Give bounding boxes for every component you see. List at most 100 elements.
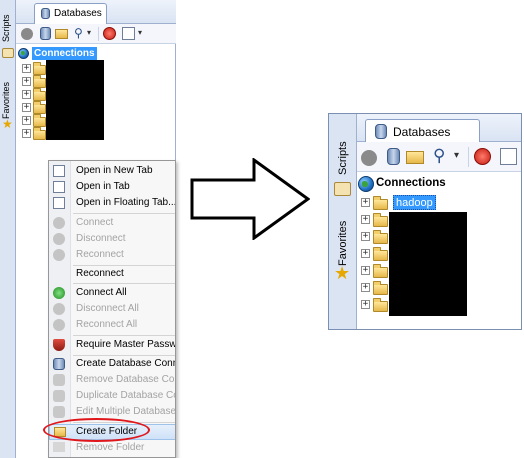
add-folder-icon[interactable]	[55, 29, 68, 39]
menu-item-disconnect[interactable]: Disconnect	[49, 231, 175, 247]
menu-item-remove-database-connection[interactable]: Remove Database Conne	[49, 372, 175, 388]
connections-root-label[interactable]: Connections	[32, 47, 97, 60]
expand-toggle[interactable]: +	[361, 300, 370, 309]
menu-item-require-master-password[interactable]: Require Master Password	[49, 337, 175, 353]
search-icon[interactable]	[122, 27, 135, 40]
filter-icon[interactable]: ⚲	[74, 27, 86, 40]
search-icon[interactable]	[500, 148, 517, 165]
add-folder-icon[interactable]	[406, 151, 424, 164]
menu-item-reconnect-disabled[interactable]: Reconnect	[49, 247, 175, 263]
expand-toggle[interactable]: +	[361, 232, 370, 241]
disconnect-all-icon	[53, 303, 65, 315]
toolbar-separator	[98, 27, 99, 41]
favorites-side-tab[interactable]: Favorites	[1, 78, 15, 122]
left-side-tab-bar: Scripts Favorites ★	[0, 0, 16, 458]
folder-icon[interactable]	[373, 196, 388, 210]
folder-icon[interactable]	[33, 127, 46, 140]
folder-icon[interactable]	[373, 281, 388, 295]
menu-item-create-folder[interactable]: Create Folder	[49, 424, 175, 440]
left-database-panel: Scripts Favorites ★ Databases ⚲ ▾ ▾ Conn…	[0, 0, 176, 458]
database-icon	[375, 124, 387, 139]
search-dropdown-icon[interactable]: ▾	[138, 28, 142, 37]
reconnect-icon	[53, 249, 65, 261]
stop-icon[interactable]	[474, 148, 491, 165]
databases-tab-label: Databases	[393, 125, 451, 139]
menu-item-remove-folder[interactable]: Remove Folder	[49, 440, 175, 456]
star-icon: ★	[2, 117, 13, 131]
menu-item-connect[interactable]: Connect	[49, 215, 175, 231]
filter-icon[interactable]: ⚲	[433, 147, 449, 165]
connect-toolbar-icon[interactable]	[21, 28, 33, 40]
folder-icon[interactable]	[373, 213, 388, 227]
folder-icon[interactable]	[33, 88, 46, 101]
context-menu: Open in New Tab Open in Tab Open in Floa…	[48, 160, 176, 458]
scripts-side-tab[interactable]: Scripts	[1, 8, 15, 48]
menu-item-open-in-new-tab[interactable]: Open in New Tab	[49, 163, 175, 179]
floating-tab-icon	[53, 197, 65, 209]
stop-icon[interactable]	[103, 27, 116, 40]
databases-tab-label: Databases	[54, 8, 102, 19]
menu-item-create-database-connection[interactable]: Create Database Connect	[49, 356, 175, 372]
remove-database-icon	[53, 374, 65, 386]
folder-icon[interactable]	[373, 230, 388, 244]
menu-item-edit-multiple-database-connections[interactable]: Edit Multiple Database Co	[49, 404, 175, 420]
edit-database-icon	[53, 406, 65, 418]
add-database-icon[interactable]	[387, 148, 400, 165]
hadoop-folder-label[interactable]: hadoop	[393, 195, 436, 210]
folder-icon[interactable]	[33, 62, 46, 75]
expand-toggle[interactable]: +	[22, 116, 31, 125]
folder-icon[interactable]	[373, 298, 388, 312]
menu-item-open-in-floating-tab[interactable]: Open in Floating Tab...	[49, 195, 175, 211]
expand-toggle[interactable]: +	[22, 103, 31, 112]
connect-icon	[53, 217, 65, 229]
expand-toggle[interactable]: +	[22, 90, 31, 99]
connections-root-label[interactable]: Connections	[376, 177, 446, 189]
expand-toggle[interactable]: +	[22, 64, 31, 73]
folder-icon[interactable]	[373, 264, 388, 278]
folder-icon[interactable]	[33, 75, 46, 88]
filter-dropdown-icon[interactable]: ▾	[454, 150, 459, 161]
toolbar-separator	[468, 147, 469, 167]
zoom-connections-tree: Connections + hadoop + + + + + +	[357, 172, 521, 329]
expand-toggle[interactable]: +	[361, 198, 370, 207]
filter-dropdown-icon[interactable]: ▾	[87, 28, 91, 37]
shield-icon	[53, 339, 65, 351]
add-database-icon[interactable]	[40, 27, 51, 40]
expand-toggle[interactable]: +	[361, 215, 370, 224]
expand-toggle[interactable]: +	[22, 77, 31, 86]
create-folder-icon	[54, 427, 66, 437]
globe-icon	[358, 176, 374, 192]
menu-item-reconnect-all[interactable]: Reconnect All	[49, 317, 175, 333]
redacted-area	[389, 212, 467, 316]
expand-toggle[interactable]: +	[361, 249, 370, 258]
databases-tab[interactable]: Databases	[365, 119, 480, 142]
disconnect-icon	[53, 233, 65, 245]
connect-all-icon	[53, 287, 65, 299]
menu-item-duplicate-database-connection[interactable]: Duplicate Database Conn	[49, 388, 175, 404]
zoom-side-tab-bar: Scripts Favorites ★	[329, 114, 357, 329]
left-tab-strip: Databases	[16, 0, 176, 24]
expand-toggle[interactable]: +	[361, 266, 370, 275]
remove-folder-icon	[53, 442, 65, 452]
menu-item-open-in-tab[interactable]: Open in Tab	[49, 179, 175, 195]
scripts-tab-icon	[334, 182, 351, 196]
databases-tab[interactable]: Databases	[34, 3, 107, 24]
menu-item-disconnect-all[interactable]: Disconnect All	[49, 301, 175, 317]
folder-icon[interactable]	[33, 114, 46, 127]
menu-separator	[73, 422, 175, 423]
arrow-shape	[190, 158, 310, 240]
database-icon	[41, 8, 50, 19]
left-toolbar: ⚲ ▾ ▾	[16, 24, 176, 44]
scripts-side-tab[interactable]: Scripts	[332, 132, 354, 184]
folder-icon[interactable]	[33, 101, 46, 114]
menu-item-connect-all[interactable]: Connect All	[49, 285, 175, 301]
open-tab-icon	[53, 165, 65, 177]
menu-item-reconnect[interactable]: Reconnect	[49, 266, 175, 282]
expand-toggle[interactable]: +	[361, 283, 370, 292]
expand-toggle[interactable]: +	[22, 129, 31, 138]
star-icon: ★	[334, 263, 351, 283]
connect-toolbar-icon[interactable]	[361, 150, 377, 166]
folder-icon[interactable]	[373, 247, 388, 261]
zoom-tab-strip: Databases	[357, 114, 521, 142]
zoomed-database-panel: Scripts Favorites ★ Databases ⚲ ▾ Connec…	[328, 113, 522, 330]
